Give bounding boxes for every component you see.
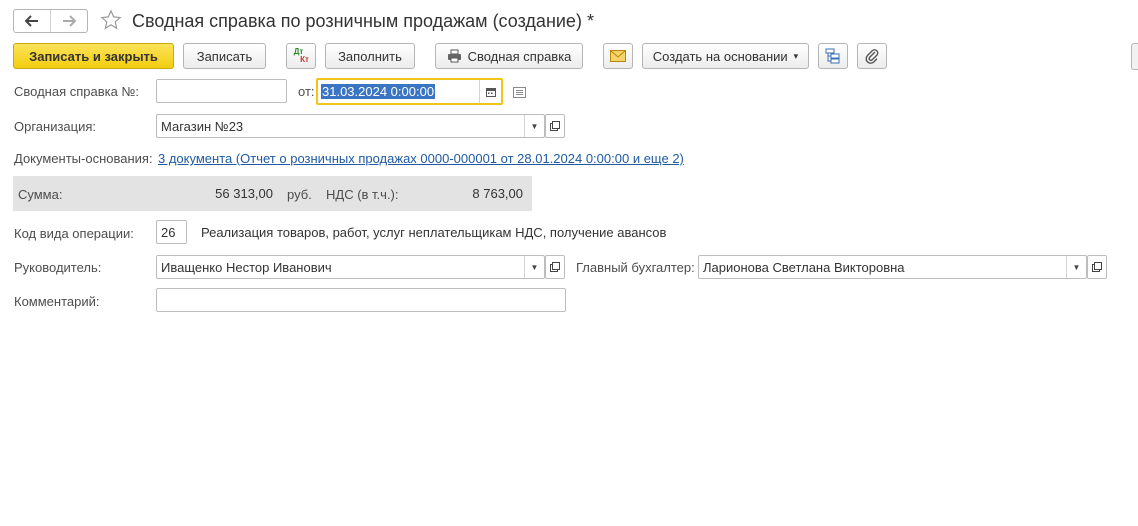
envelope-icon [610,50,626,62]
head-select[interactable]: Иващенко Нестор Иванович ▼ [156,255,545,279]
organization-value: Магазин №23 [161,118,244,134]
sum-label: Сумма: [18,187,63,202]
operation-code-value: 26 [161,224,176,240]
chief-accountant-select[interactable]: Ларионова Светлана Викторовна ▼ [698,255,1087,279]
arrow-left-icon [25,15,38,27]
vat-label: НДС (в т.ч.): [326,187,399,202]
chevron-down-icon: ▾ [793,50,799,61]
vat-value: 8 763,00 [405,181,529,205]
head-open-button[interactable] [545,255,565,279]
hierarchy-icon [825,48,840,64]
chief-accountant-value: Ларионова Светлана Викторовна [703,259,905,275]
open-window-icon [550,262,560,272]
fill-label: Заполнить [338,48,402,64]
page-title: Сводная справка по розничным продажам (с… [132,11,594,31]
head-value: Иващенко Нестор Иванович [161,259,332,275]
kt-icon: Кт [300,55,309,64]
organization-dropdown-button[interactable]: ▼ [524,115,544,137]
operation-code-input[interactable]: 26 [156,220,187,244]
organization-label: Организация: [14,119,97,134]
calendar-icon [485,87,496,97]
back-button[interactable] [14,10,50,32]
base-documents-label: Документы-основания: [14,151,153,166]
number-label: Сводная справка №: [14,84,140,99]
chief-accountant-label: Главный бухгалтер: [576,260,695,275]
date-input[interactable]: 31.03.2024 0:00:00 [316,78,503,105]
create-based-on-label: Создать на основании [652,48,788,64]
save-and-close-button[interactable]: Записать и закрыть [13,43,174,69]
organization-open-button[interactable] [545,114,565,138]
create-based-on-button[interactable]: Создать на основании ▾ [642,43,809,69]
save-and-close-label: Записать и закрыть [29,48,158,64]
currency-label: руб. [287,187,312,202]
date-label: от: [298,84,315,99]
calendar-button[interactable] [479,80,501,103]
organization-select[interactable]: Магазин №23 ▼ [156,114,545,138]
print-summary-label: Сводная справка [467,48,572,64]
comment-label: Комментарий: [14,294,100,309]
chief-accountant-open-button[interactable] [1087,255,1107,279]
sum-value: 56 313,00 [156,181,279,205]
list-icon[interactable] [513,86,526,101]
email-button[interactable] [603,43,633,69]
toolbar-overflow-handle[interactable] [1131,43,1138,70]
date-value-wrap: 31.03.2024 0:00:00 [318,84,436,99]
favorite-star-icon[interactable] [100,9,122,34]
operation-code-label: Код вида операции: [14,226,134,241]
structure-button[interactable] [818,43,848,69]
printer-icon [447,49,462,63]
base-documents-link[interactable]: 3 документа (Отчет о розничных продажах … [158,151,684,166]
dt-kt-button[interactable]: Дт Кт [286,43,316,69]
paperclip-icon [865,49,879,64]
arrow-right-icon [63,15,76,27]
chevron-down-icon: ▼ [530,121,539,131]
open-window-icon [1092,262,1102,272]
print-summary-button[interactable]: Сводная справка [435,43,583,69]
chevron-down-icon: ▼ [1072,262,1081,272]
save-label: Записать [196,48,253,64]
open-window-icon [550,121,560,131]
operation-code-description: Реализация товаров, работ, услуг неплате… [201,225,667,240]
comment-input[interactable] [156,288,566,312]
number-input[interactable] [156,79,287,103]
history-nav-group [13,9,88,33]
fill-button[interactable]: Заполнить [325,43,415,69]
chief-accountant-dropdown-button[interactable]: ▼ [1066,256,1086,278]
head-label: Руководитель: [14,260,102,275]
save-button[interactable]: Записать [183,43,266,69]
head-dropdown-button[interactable]: ▼ [524,256,544,278]
attach-button[interactable] [857,43,887,69]
chevron-down-icon: ▼ [530,262,539,272]
date-value: 31.03.2024 0:00:00 [321,84,436,99]
forward-button[interactable] [50,10,87,32]
